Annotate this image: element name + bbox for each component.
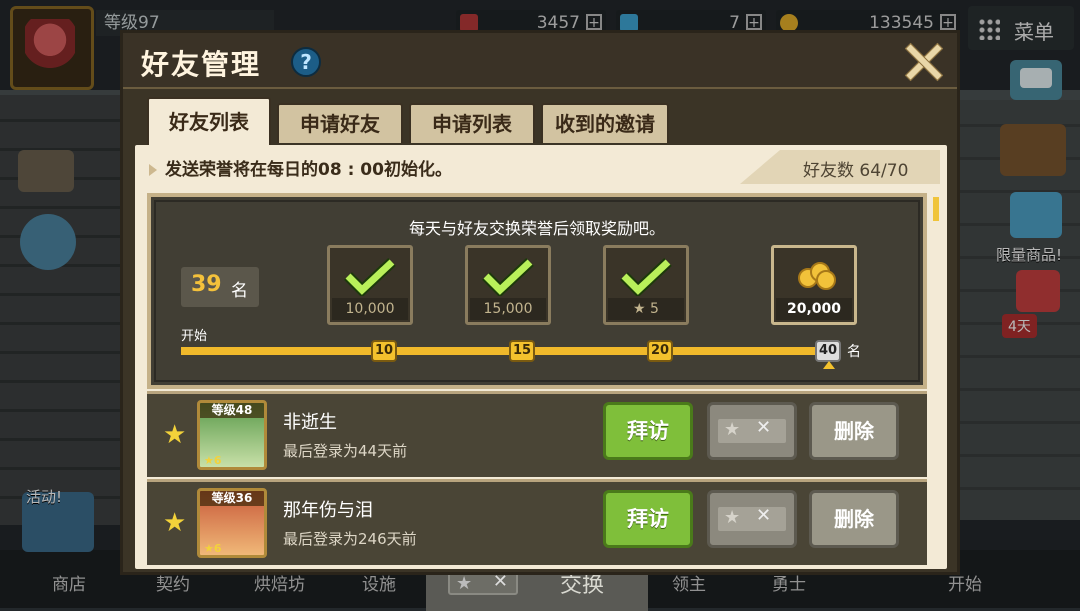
friend-row: ★ 等级48 ★6 非逝生 最后登录为44天前 拜访 ★ ✕ 删除 [147, 391, 927, 477]
friend-name: 非逝生 [283, 412, 337, 433]
milestone-1: 10 [371, 340, 397, 362]
honor-star-icon: ★ [456, 573, 473, 594]
check-icon [342, 256, 398, 298]
check-icon [480, 256, 536, 298]
send-honor-button[interactable]: ★ ✕ [707, 402, 797, 460]
favorite-star-icon[interactable]: ★ [163, 508, 186, 538]
current-rank-badge: 39 名 [181, 267, 259, 307]
reward-amount-3: ★ 5 [608, 298, 684, 320]
honor-star-icon: ★ [633, 301, 651, 317]
friend-last-login: 最后登录为246天前 [283, 530, 417, 548]
friend-stars-value: 6 [213, 542, 222, 555]
milestone-3: 20 [647, 340, 673, 362]
progress-end-unit: 名 [847, 344, 861, 360]
milestone-4: 40 [815, 340, 841, 362]
current-rank-value: 39 [191, 272, 222, 297]
progress-track [181, 347, 821, 355]
arrow-right-icon [149, 164, 157, 176]
multiply-icon: ✕ [756, 505, 772, 526]
progress-start-label: 开始 [181, 329, 208, 344]
friend-stars-value: 6 [213, 454, 222, 467]
reward-amount-3-value: 5 [650, 301, 659, 317]
daily-reward-box: 每天与好友交换荣誉后领取奖励吧。 39 名 10,000 15,000 ★ 5 … [147, 193, 927, 389]
tab-add-friend[interactable]: 申请好友 [277, 103, 403, 143]
favorite-star-icon[interactable]: ★ [163, 420, 186, 450]
friend-level: 等级48 [200, 403, 264, 418]
reward-item-1[interactable]: 10,000 [327, 245, 413, 325]
friend-stars: ★6 [204, 454, 222, 467]
reset-notice-text: 发送荣誉将在每日的08 : 00初始化。 [165, 160, 452, 180]
dialog-title: 好友管理 [141, 48, 262, 81]
friend-portrait[interactable]: 等级36 ★6 [197, 488, 267, 558]
visit-button[interactable]: 拜访 [603, 490, 693, 548]
check-icon [618, 256, 674, 298]
reward-amount-1: 10,000 [332, 298, 408, 320]
delete-button[interactable]: 删除 [809, 490, 899, 548]
reward-description: 每天与好友交换荣誉后领取奖励吧。 [408, 219, 665, 238]
friend-level: 等级36 [200, 491, 264, 506]
tab-friend-list[interactable]: 好友列表 [147, 97, 271, 145]
close-icon[interactable] [901, 39, 945, 83]
delete-button[interactable]: 删除 [809, 402, 899, 460]
friend-list-panel: 发送荣誉将在每日的08 : 00初始化。 好友数 64/70 每天与好友交换荣誉… [135, 145, 947, 569]
friend-name: 那年伤与泪 [283, 500, 373, 521]
reward-item-3[interactable]: ★ 5 [603, 245, 689, 325]
reward-item-2[interactable]: 15,000 [465, 245, 551, 325]
scrollbar-thumb[interactable] [933, 197, 939, 221]
milestone-2: 15 [509, 340, 535, 362]
dialog-header: 好友管理 ? [123, 33, 957, 89]
reset-notice: 发送荣誉将在每日的08 : 00初始化。 [149, 155, 452, 180]
honor-star-icon: ★ [724, 419, 741, 440]
reward-amount-4: 20,000 [776, 298, 852, 320]
send-honor-button[interactable]: ★ ✕ [707, 490, 797, 548]
gold-coins-icon [796, 258, 836, 290]
friend-row: ★ 等级36 ★6 那年伤与泪 最后登录为246天前 拜访 ★ ✕ 删除 [147, 479, 927, 565]
help-icon[interactable]: ? [291, 47, 321, 77]
friend-management-dialog: 好友管理 ? 好友列表 申请好友 申请列表 收到的邀请 发送荣誉将在每日的08 … [120, 30, 960, 575]
current-position-marker [823, 361, 835, 369]
tab-request-list[interactable]: 申请列表 [409, 103, 535, 143]
friend-portrait[interactable]: 等级48 ★6 [197, 400, 267, 470]
friend-stars: ★6 [204, 542, 222, 555]
friend-last-login: 最后登录为44天前 [283, 442, 408, 460]
honor-star-icon: ★ [724, 507, 741, 528]
visit-button[interactable]: 拜访 [603, 402, 693, 460]
multiply-icon: ✕ [756, 417, 772, 438]
reward-amount-2: 15,000 [470, 298, 546, 320]
friend-count: 好友数 64/70 [803, 161, 909, 181]
reward-item-4[interactable]: 20,000 [771, 245, 857, 325]
tab-received-invites[interactable]: 收到的邀请 [541, 103, 669, 143]
current-rank-unit: 名 [231, 281, 248, 301]
